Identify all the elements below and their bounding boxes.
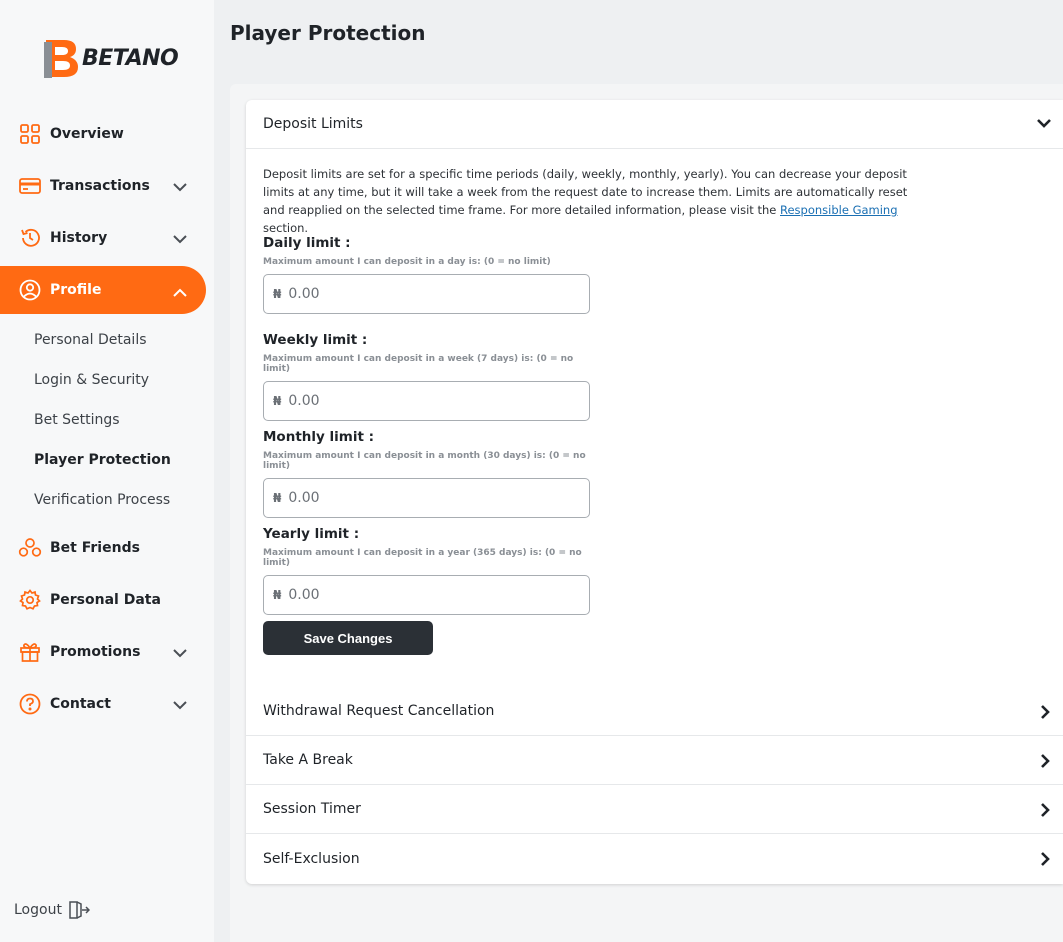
profile-submenu: Personal Details Login & Security Bet Se… [0,316,214,522]
deposit-limits-intro: Deposit limits are set for a specific ti… [263,165,923,237]
betano-logo[interactable]: BETANO [42,36,179,80]
friends-icon [18,536,42,560]
history-icon [18,226,42,250]
player-protection-card: Deposit Limits Deposit limits are set fo… [246,100,1063,884]
chevron-right-icon [1041,852,1050,866]
sidebar-nav: Overview Transactions History Profile Pe… [0,108,214,730]
daily-limit-input[interactable] [288,286,569,302]
sidebar-subitem-player-protection[interactable]: Player Protection [0,440,214,480]
yearly-limit-field[interactable]: ₦ [263,575,590,615]
naira-currency-icon: ₦ [273,491,282,505]
section-label: Session Timer [263,801,361,817]
sidebar-item-label: Overview [50,126,124,142]
naira-currency-icon: ₦ [273,394,282,408]
daily-limit-title: Daily limit : [263,235,351,251]
yearly-limit-hint: Maximum amount I can deposit in a year (… [263,548,582,568]
logout-icon [69,901,90,919]
page-title: Player Protection [230,21,426,45]
chevron-right-icon [1041,803,1050,817]
sidebar-item-label: Profile [50,282,102,298]
sidebar-item-contact[interactable]: Contact [0,678,214,730]
betano-logo-icon [44,40,78,78]
yearly-limit-input[interactable] [288,587,569,603]
sidebar-item-transactions[interactable]: Transactions [0,160,214,212]
naira-currency-icon: ₦ [273,588,282,602]
deposit-limits-header[interactable]: Deposit Limits [246,100,1063,149]
chevron-down-icon[interactable] [170,695,190,715]
sidebar-subitem-login-security[interactable]: Login & Security [0,360,214,400]
question-icon [18,692,42,716]
chevron-down-icon [1037,119,1051,128]
chevron-down-icon[interactable] [170,643,190,663]
monthly-limit-title: Monthly limit : [263,429,375,445]
chevron-down-icon[interactable] [170,229,190,249]
section-withdrawal-request-cancellation[interactable]: Withdrawal Request Cancellation [246,687,1063,736]
sidebar-item-bet-friends[interactable]: Bet Friends [0,522,214,574]
sidebar-item-promotions[interactable]: Promotions [0,626,214,678]
section-label: Withdrawal Request Cancellation [263,703,495,719]
sidebar-item-personal-data[interactable]: Personal Data [0,574,214,626]
weekly-limit-group: Weekly limit : Maximum amount I can depo… [263,332,593,421]
naira-currency-icon: ₦ [273,287,282,301]
chevron-right-icon [1041,705,1050,719]
sidebar-item-label: Contact [50,696,111,712]
weekly-limit-title: Weekly limit : [263,332,368,348]
monthly-limit-hint: Maximum amount I can deposit in a month … [263,451,586,471]
deposit-limits-title: Deposit Limits [263,116,363,132]
weekly-limit-input[interactable] [288,393,569,409]
logout-label: Logout [14,902,62,918]
sidebar-item-label: Bet Friends [50,540,140,556]
monthly-limit-group: Monthly limit : Maximum amount I can dep… [263,429,593,518]
betano-logo-text: BETANO [82,45,179,71]
sidebar-item-overview[interactable]: Overview [0,108,214,160]
daily-limit-field[interactable]: ₦ [263,274,590,314]
chevron-down-icon[interactable] [170,177,190,197]
save-changes-button[interactable]: Save Changes [263,621,433,655]
sidebar-item-label: Personal Data [50,592,161,608]
logout-button[interactable]: Logout [14,900,90,920]
yearly-limit-title: Yearly limit : [263,526,360,542]
gift-icon [18,640,42,664]
gear-icon [18,588,42,612]
intro-text-end: section. [263,221,309,235]
responsible-gaming-link[interactable]: Responsible Gaming [780,203,898,217]
sidebar-item-label: Transactions [50,178,150,194]
sidebar-item-label: History [50,230,108,246]
weekly-limit-field[interactable]: ₦ [263,381,590,421]
sidebar-item-history[interactable]: History [0,212,214,264]
monthly-limit-input[interactable] [288,490,569,506]
section-label: Take A Break [263,752,353,768]
sidebar-item-profile[interactable]: Profile [0,266,206,314]
monthly-limit-field[interactable]: ₦ [263,478,590,518]
user-icon [18,278,42,302]
section-label: Self-Exclusion [263,850,360,867]
daily-limit-hint: Maximum amount I can deposit in a day is… [263,257,551,267]
section-take-a-break[interactable]: Take A Break [246,736,1063,785]
daily-limit-group: Daily limit : Maximum amount I can depos… [263,235,593,314]
sidebar-subitem-verification-process[interactable]: Verification Process [0,480,214,520]
sidebar-subitem-personal-details[interactable]: Personal Details [0,320,214,360]
grid-icon [18,122,42,146]
yearly-limit-group: Yearly limit : Maximum amount I can depo… [263,526,593,615]
sidebar-item-label: Promotions [50,644,141,660]
section-session-timer[interactable]: Session Timer [246,785,1063,834]
sidebar: BETANO Overview Transactions History Pro… [0,0,214,942]
chevron-right-icon [1041,754,1050,768]
card-icon [18,174,42,198]
weekly-limit-hint: Maximum amount I can deposit in a week (… [263,354,574,374]
sidebar-subitem-bet-settings[interactable]: Bet Settings [0,400,214,440]
chevron-up-icon[interactable] [170,283,190,303]
section-self-exclusion[interactable]: Self-Exclusion [246,834,1063,883]
